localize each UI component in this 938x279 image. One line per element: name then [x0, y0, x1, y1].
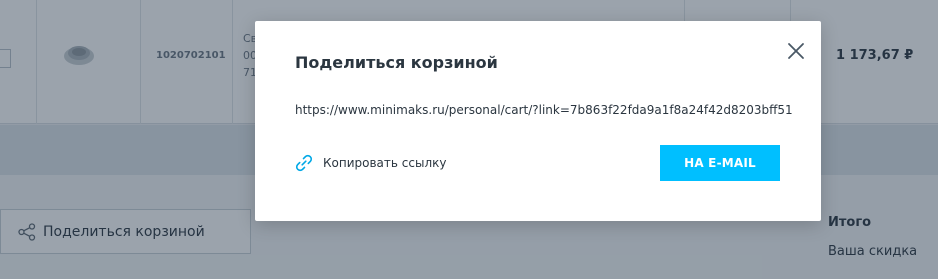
send-email-button[interactable]: НА E-MAIL	[660, 145, 780, 181]
close-icon[interactable]	[786, 41, 806, 61]
share-cart-modal: Поделиться корзиной https://www.minimaks…	[255, 21, 821, 221]
cart-share-url[interactable]: https://www.minimaks.ru/personal/cart/?l…	[295, 103, 793, 117]
copy-link-label: Копировать ссылку	[323, 156, 447, 170]
link-icon	[295, 154, 313, 172]
copy-link-button[interactable]: Копировать ссылку	[293, 152, 446, 174]
modal-title: Поделиться корзиной	[295, 53, 498, 72]
